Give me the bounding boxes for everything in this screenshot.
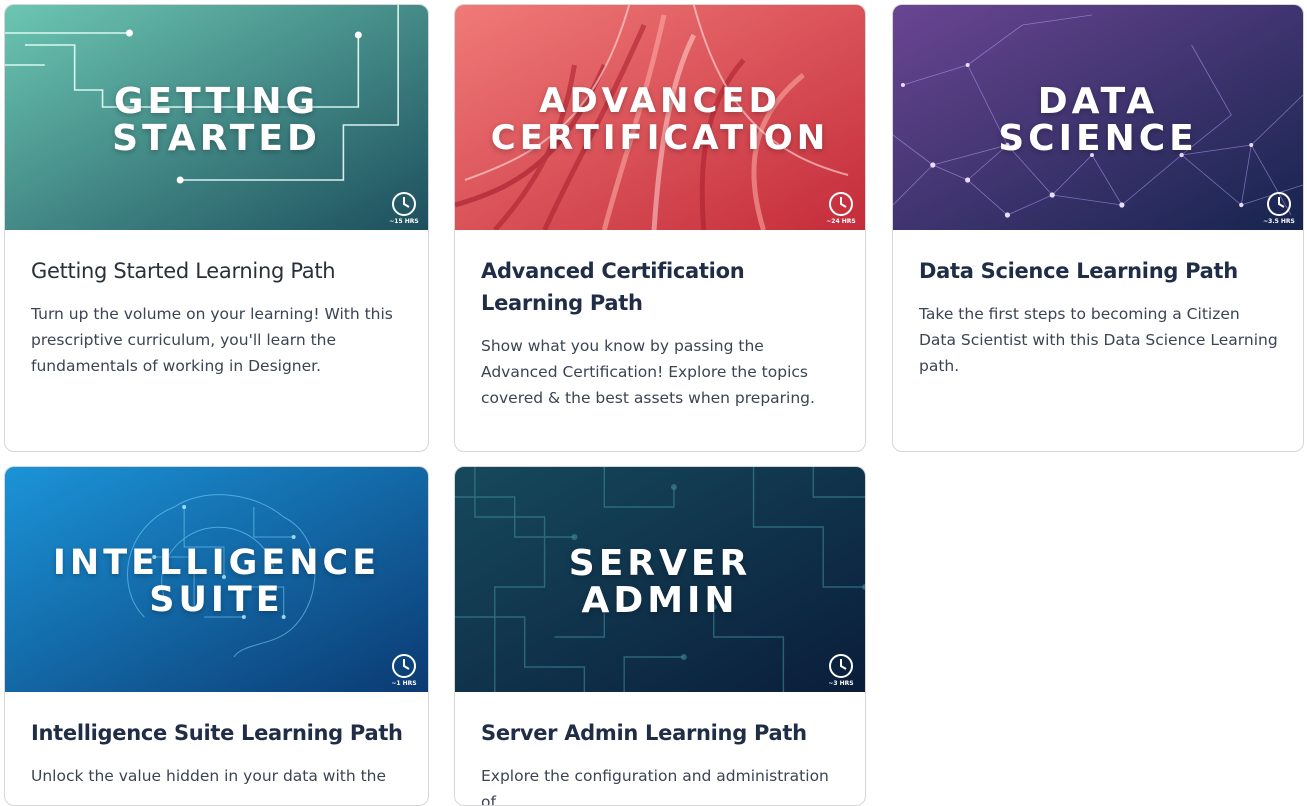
duration-label: ~15 HRS <box>389 218 419 225</box>
card-banner-image[interactable]: GETTING STARTED ~15 HRS <box>5 5 428 230</box>
learning-path-card-getting-started[interactable]: GETTING STARTED ~15 HRS Getting Started … <box>4 4 429 452</box>
duration-label: ~1 HRS <box>391 680 417 687</box>
duration-badge: ~15 HRS <box>388 191 420 225</box>
learning-path-card-advanced-certification[interactable]: ADVANCED CERTIFICATION ~24 HRS Advanced … <box>454 4 866 452</box>
duration-label: ~24 HRS <box>826 218 856 225</box>
learning-path-card-server-admin[interactable]: SERVER ADMIN ~3 HRS Server Admin Learnin… <box>454 466 866 806</box>
card-title[interactable]: Getting Started Learning Path <box>31 255 406 287</box>
banner-title: DATA SCIENCE <box>998 81 1198 159</box>
duration-badge: ~24 HRS <box>825 191 857 225</box>
card-description: Turn up the volume on your learning! Wit… <box>31 305 393 375</box>
clock-icon <box>392 654 416 678</box>
card-description: Show what you know by passing the Advanc… <box>481 337 815 407</box>
card-title[interactable]: Data Science Learning Path <box>919 255 1281 287</box>
clock-icon <box>392 192 416 216</box>
duration-badge: ~3 HRS <box>825 653 857 687</box>
banner-title: SERVER ADMIN <box>568 543 752 621</box>
duration-label: ~3 HRS <box>828 680 854 687</box>
card-banner-image[interactable]: SERVER ADMIN ~3 HRS <box>455 467 865 692</box>
banner-title: INTELLIGENCE SUITE <box>52 543 381 620</box>
card-description: Unlock the value hidden in your data wit… <box>31 767 387 785</box>
banner-title: ADVANCED CERTIFICATION <box>490 81 830 158</box>
card-banner-image[interactable]: DATA SCIENCE ~3.5 HRS <box>893 5 1303 230</box>
learning-path-card-data-science[interactable]: DATA SCIENCE ~3.5 HRS Data Science Learn… <box>892 4 1304 452</box>
duration-badge: ~3.5 HRS <box>1263 191 1295 225</box>
card-description: Take the first steps to becoming a Citiz… <box>919 305 1278 375</box>
clock-icon <box>829 654 853 678</box>
clock-icon <box>1267 192 1291 216</box>
learning-path-card-intelligence-suite[interactable]: INTELLIGENCE SUITE ~1 HRS Intelligence S… <box>4 466 429 806</box>
duration-label: ~3.5 HRS <box>1263 218 1295 225</box>
clock-icon <box>829 192 853 216</box>
card-title[interactable]: Server Admin Learning Path <box>481 717 843 749</box>
card-banner-image[interactable]: ADVANCED CERTIFICATION ~24 HRS <box>455 5 865 230</box>
card-title[interactable]: Intelligence Suite Learning Path <box>31 717 406 749</box>
card-title[interactable]: Advanced Certification Learning Path <box>481 255 843 319</box>
card-description: Explore the configuration and administra… <box>481 767 829 806</box>
card-banner-image[interactable]: INTELLIGENCE SUITE ~1 HRS <box>5 467 428 692</box>
banner-title: GETTING STARTED <box>112 81 321 159</box>
duration-badge: ~1 HRS <box>388 653 420 687</box>
